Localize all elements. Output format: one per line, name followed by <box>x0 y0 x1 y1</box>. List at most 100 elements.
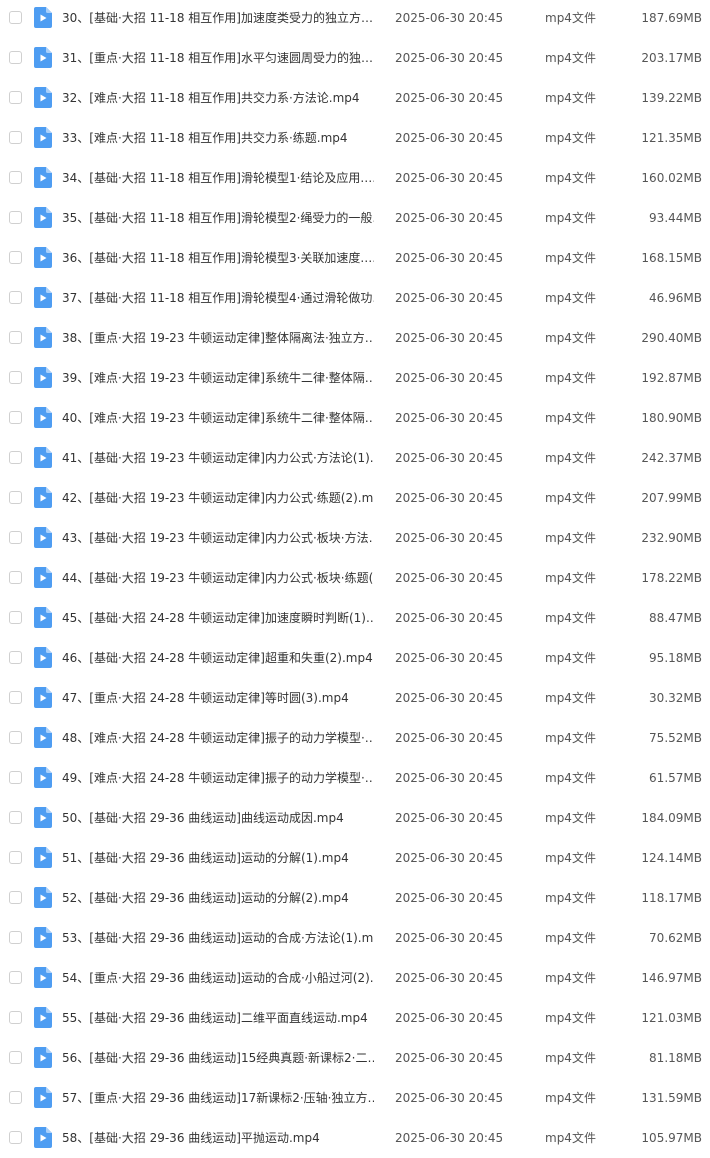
file-name[interactable]: 47、[重点·大招 24-28 牛顿运动定律]等时圆(3).mp4 <box>62 689 374 707</box>
file-name[interactable]: 36、[基础·大招 11-18 相互作用]滑轮模型3·关联加速度.… <box>62 249 374 267</box>
file-row[interactable]: 44、[基础·大招 19-23 牛顿运动定律]内力公式·板块·练题(… 2025-… <box>0 558 710 598</box>
file-size: 118.17MB <box>641 891 702 905</box>
file-select-checkbox[interactable] <box>9 571 22 584</box>
file-name[interactable]: 43、[基础·大招 19-23 牛顿运动定律]内力公式·板块·方法… <box>62 529 374 547</box>
file-name[interactable]: 34、[基础·大招 11-18 相互作用]滑轮模型1·结论及应用.… <box>62 169 374 187</box>
file-select-checkbox[interactable] <box>9 411 22 424</box>
file-size: 121.35MB <box>641 131 702 145</box>
file-name[interactable]: 33、[难点·大招 11-18 相互作用]共交力系·练题.mp4 <box>62 129 374 147</box>
file-row[interactable]: 40、[难点·大招 19-23 牛顿运动定律]系统牛二律·整体隔… 2025-06… <box>0 398 710 438</box>
file-modified-date: 2025-06-30 20:45 <box>395 731 504 745</box>
file-row[interactable]: 46、[基础·大招 24-28 牛顿运动定律]超重和失重(2).mp4 2025-… <box>0 638 710 678</box>
file-name[interactable]: 40、[难点·大招 19-23 牛顿运动定律]系统牛二律·整体隔… <box>62 409 374 427</box>
file-select-checkbox[interactable] <box>9 1131 22 1144</box>
file-name[interactable]: 39、[难点·大招 19-23 牛顿运动定律]系统牛二律·整体隔… <box>62 369 374 387</box>
file-select-checkbox[interactable] <box>9 931 22 944</box>
file-name[interactable]: 57、[重点·大招 29-36 曲线运动]17新课标2·压轴·独立方… <box>62 1089 374 1107</box>
file-select-checkbox[interactable] <box>9 491 22 504</box>
file-modified-date: 2025-06-30 20:45 <box>395 131 504 145</box>
file-select-checkbox[interactable] <box>9 1091 22 1104</box>
file-type: mp4文件 <box>545 651 596 665</box>
file-row[interactable]: 38、[重点·大招 19-23 牛顿运动定律]整体隔离法·独立方… 2025-06… <box>0 318 710 358</box>
file-row[interactable]: 37、[基础·大招 11-18 相互作用]滑轮模型4·通过滑轮做功… 2025-0… <box>0 278 710 318</box>
file-select-checkbox[interactable] <box>9 611 22 624</box>
file-name[interactable]: 55、[基础·大招 29-36 曲线运动]二维平面直线运动.mp4 <box>62 1009 374 1027</box>
file-name[interactable]: 42、[基础·大招 19-23 牛顿运动定律]内力公式·练题(2).m… <box>62 489 374 507</box>
file-select-checkbox[interactable] <box>9 771 22 784</box>
file-type: mp4文件 <box>545 691 596 705</box>
file-row[interactable]: 39、[难点·大招 19-23 牛顿运动定律]系统牛二律·整体隔… 2025-06… <box>0 358 710 398</box>
file-select-checkbox[interactable] <box>9 891 22 904</box>
file-name[interactable]: 52、[基础·大招 29-36 曲线运动]运动的分解(2).mp4 <box>62 889 374 907</box>
file-row[interactable]: 55、[基础·大招 29-36 曲线运动]二维平面直线运动.mp4 2025-06… <box>0 998 710 1038</box>
file-type: mp4文件 <box>545 931 596 945</box>
file-name[interactable]: 44、[基础·大招 19-23 牛顿运动定律]内力公式·板块·练题(… <box>62 569 374 587</box>
file-type: mp4文件 <box>545 211 596 225</box>
file-row[interactable]: 56、[基础·大招 29-36 曲线运动]15经典真题·新课标2·二… 2025-… <box>0 1038 710 1078</box>
video-file-icon <box>34 607 52 628</box>
file-row[interactable]: 43、[基础·大招 19-23 牛顿运动定律]内力公式·板块·方法… 2025-0… <box>0 518 710 558</box>
file-row[interactable]: 35、[基础·大招 11-18 相互作用]滑轮模型2·绳受力的一般… 2025-0… <box>0 198 710 238</box>
file-name[interactable]: 50、[基础·大招 29-36 曲线运动]曲线运动成因.mp4 <box>62 809 374 827</box>
file-select-checkbox[interactable] <box>9 331 22 344</box>
file-row[interactable]: 57、[重点·大招 29-36 曲线运动]17新课标2·压轴·独立方… 2025-… <box>0 1078 710 1118</box>
file-name[interactable]: 53、[基础·大招 29-36 曲线运动]运动的合成·方法论(1).m… <box>62 929 374 947</box>
file-row[interactable]: 42、[基础·大招 19-23 牛顿运动定律]内力公式·练题(2).m… 2025… <box>0 478 710 518</box>
file-row[interactable]: 53、[基础·大招 29-36 曲线运动]运动的合成·方法论(1).m… 2025… <box>0 918 710 958</box>
file-row[interactable]: 31、[重点·大招 11-18 相互作用]水平匀速圆周受力的独… 2025-06-… <box>0 38 710 78</box>
file-select-checkbox[interactable] <box>9 171 22 184</box>
file-row[interactable]: 50、[基础·大招 29-36 曲线运动]曲线运动成因.mp4 2025-06-3… <box>0 798 710 838</box>
file-row[interactable]: 30、[基础·大招 11-18 相互作用]加速度类受力的独立方… 2025-06-… <box>0 0 710 38</box>
file-row[interactable]: 58、[基础·大招 29-36 曲线运动]平抛运动.mp4 2025-06-30 … <box>0 1118 710 1158</box>
file-row[interactable]: 54、[重点·大招 29-36 曲线运动]运动的合成·小船过河(2).… 2025… <box>0 958 710 998</box>
file-name[interactable]: 30、[基础·大招 11-18 相互作用]加速度类受力的独立方… <box>62 9 374 27</box>
file-name[interactable]: 32、[难点·大招 11-18 相互作用]共交力系·方法论.mp4 <box>62 89 374 107</box>
file-row[interactable]: 48、[难点·大招 24-28 牛顿运动定律]振子的动力学模型·… 2025-06… <box>0 718 710 758</box>
video-file-icon <box>34 7 52 28</box>
file-select-checkbox[interactable] <box>9 371 22 384</box>
file-row[interactable]: 33、[难点·大招 11-18 相互作用]共交力系·练题.mp4 2025-06-… <box>0 118 710 158</box>
file-select-checkbox[interactable] <box>9 971 22 984</box>
file-select-checkbox[interactable] <box>9 91 22 104</box>
file-name[interactable]: 37、[基础·大招 11-18 相互作用]滑轮模型4·通过滑轮做功… <box>62 289 374 307</box>
file-select-checkbox[interactable] <box>9 51 22 64</box>
file-name[interactable]: 56、[基础·大招 29-36 曲线运动]15经典真题·新课标2·二… <box>62 1049 374 1067</box>
file-row[interactable]: 51、[基础·大招 29-36 曲线运动]运动的分解(1).mp4 2025-06… <box>0 838 710 878</box>
file-name[interactable]: 58、[基础·大招 29-36 曲线运动]平抛运动.mp4 <box>62 1129 374 1147</box>
file-name[interactable]: 35、[基础·大招 11-18 相互作用]滑轮模型2·绳受力的一般… <box>62 209 374 227</box>
file-select-checkbox[interactable] <box>9 851 22 864</box>
file-select-checkbox[interactable] <box>9 451 22 464</box>
file-row[interactable]: 41、[基础·大招 19-23 牛顿运动定律]内力公式·方法论(1).… 2025… <box>0 438 710 478</box>
video-file-icon <box>34 207 52 228</box>
file-name[interactable]: 41、[基础·大招 19-23 牛顿运动定律]内力公式·方法论(1).… <box>62 449 374 467</box>
file-select-checkbox[interactable] <box>9 1051 22 1064</box>
file-select-checkbox[interactable] <box>9 1011 22 1024</box>
file-row[interactable]: 32、[难点·大招 11-18 相互作用]共交力系·方法论.mp4 2025-06… <box>0 78 710 118</box>
file-name[interactable]: 51、[基础·大招 29-36 曲线运动]运动的分解(1).mp4 <box>62 849 374 867</box>
file-name[interactable]: 49、[难点·大招 24-28 牛顿运动定律]振子的动力学模型·… <box>62 769 374 787</box>
file-name[interactable]: 46、[基础·大招 24-28 牛顿运动定律]超重和失重(2).mp4 <box>62 649 374 667</box>
file-row[interactable]: 49、[难点·大招 24-28 牛顿运动定律]振子的动力学模型·… 2025-06… <box>0 758 710 798</box>
file-name[interactable]: 54、[重点·大招 29-36 曲线运动]运动的合成·小船过河(2).… <box>62 969 374 987</box>
file-row[interactable]: 36、[基础·大招 11-18 相互作用]滑轮模型3·关联加速度.… 2025-0… <box>0 238 710 278</box>
file-row[interactable]: 34、[基础·大招 11-18 相互作用]滑轮模型1·结论及应用.… 2025-0… <box>0 158 710 198</box>
file-select-checkbox[interactable] <box>9 691 22 704</box>
file-name[interactable]: 38、[重点·大招 19-23 牛顿运动定律]整体隔离法·独立方… <box>62 329 374 347</box>
file-name[interactable]: 45、[基础·大招 24-28 牛顿运动定律]加速度瞬时判断(1).… <box>62 609 374 627</box>
file-select-checkbox[interactable] <box>9 291 22 304</box>
file-select-checkbox[interactable] <box>9 251 22 264</box>
file-name[interactable]: 48、[难点·大招 24-28 牛顿运动定律]振子的动力学模型·… <box>62 729 374 747</box>
file-select-checkbox[interactable] <box>9 131 22 144</box>
file-row[interactable]: 45、[基础·大招 24-28 牛顿运动定律]加速度瞬时判断(1).… 2025-… <box>0 598 710 638</box>
file-modified-date: 2025-06-30 20:45 <box>395 1051 504 1065</box>
file-select-checkbox[interactable] <box>9 811 22 824</box>
file-select-checkbox[interactable] <box>9 531 22 544</box>
file-modified-date: 2025-06-30 20:45 <box>395 771 504 785</box>
file-select-checkbox[interactable] <box>9 651 22 664</box>
file-row[interactable]: 47、[重点·大招 24-28 牛顿运动定律]等时圆(3).mp4 2025-06… <box>0 678 710 718</box>
file-select-checkbox[interactable] <box>9 11 22 24</box>
file-row[interactable]: 52、[基础·大招 29-36 曲线运动]运动的分解(2).mp4 2025-06… <box>0 878 710 918</box>
file-select-checkbox[interactable] <box>9 211 22 224</box>
file-select-checkbox[interactable] <box>9 731 22 744</box>
file-name[interactable]: 31、[重点·大招 11-18 相互作用]水平匀速圆周受力的独… <box>62 49 374 67</box>
